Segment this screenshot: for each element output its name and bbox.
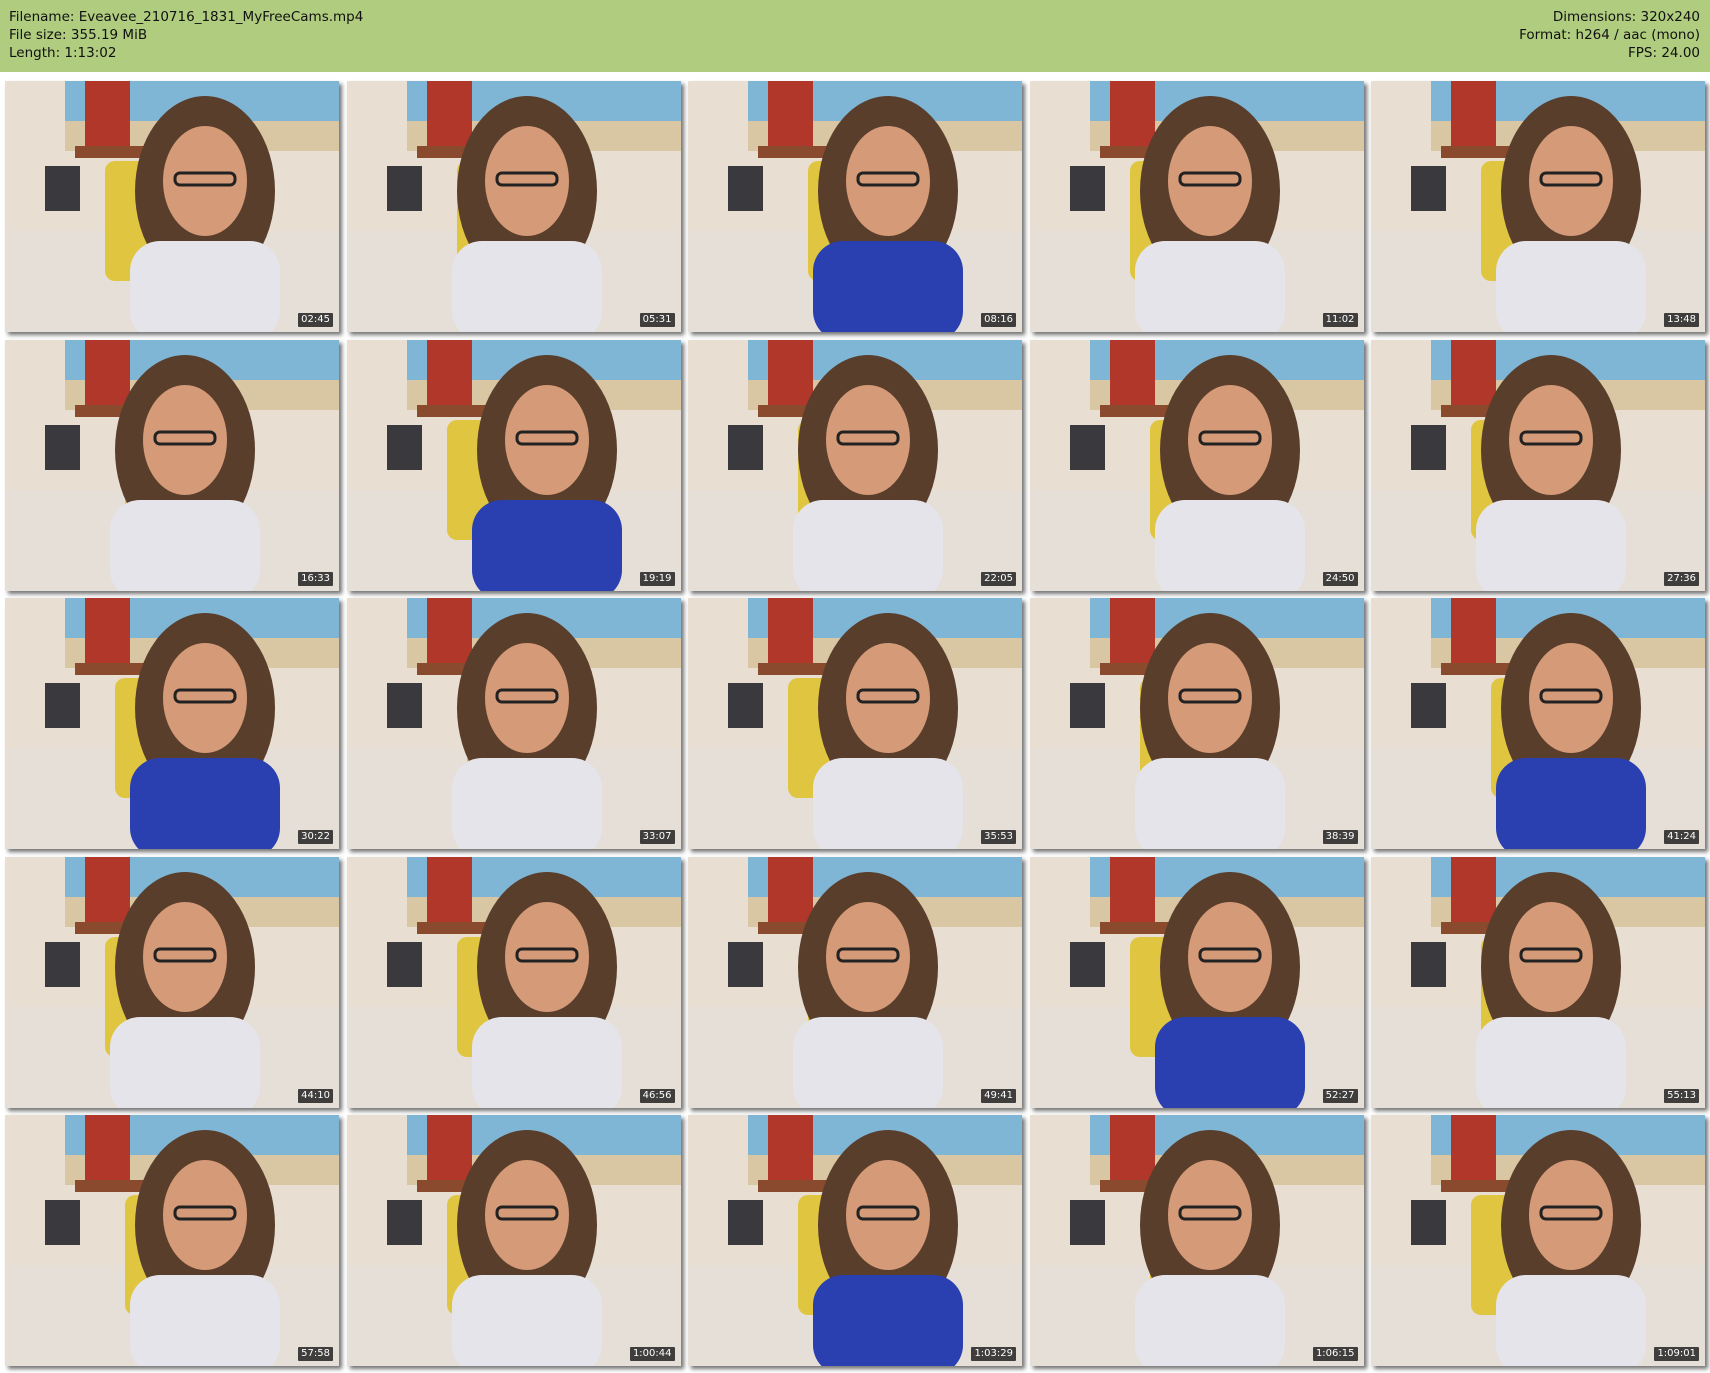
scene-image [1371,81,1705,332]
video-thumbnail[interactable]: 1:06:15 [1029,1115,1364,1366]
video-thumbnail[interactable]: 02:45 [5,81,339,332]
timestamp-label: 02:45 [298,313,333,327]
video-thumbnail[interactable]: 08:16 [688,81,1022,332]
timestamp-label: 55:13 [1664,1088,1699,1103]
timestamp-label: 05:31 [639,313,675,327]
video-thumbnail[interactable]: 16:33 [5,339,339,591]
scene-image [1371,598,1705,849]
scene-image [1371,339,1705,591]
timestamp-label: 38:39 [1322,830,1358,844]
video-thumbnail[interactable]: 55:13 [1371,856,1705,1108]
timestamp-label: 13:48 [1664,313,1699,327]
scene-image [1029,1115,1364,1366]
file-info-left: Filename: Eveavee_210716_1831_MyFreeCams… [9,8,363,62]
fps-text: FPS: 24.00 [1628,45,1700,61]
video-thumbnail[interactable]: 05:31 [346,81,681,332]
timestamp-label: 27:36 [1664,571,1699,586]
timestamp-label: 44:10 [298,1088,333,1103]
timestamp-label: 1:00:44 [629,1347,675,1361]
video-thumbnail[interactable]: 19:19 [346,339,681,591]
video-thumbnail[interactable]: 30:22 [5,598,339,849]
video-thumbnail[interactable]: 38:39 [1029,598,1364,849]
scene-image [5,1115,339,1366]
format-text: Format: h264 / aac (mono) [1519,27,1700,43]
timestamp-label: 57:58 [298,1347,333,1361]
video-thumbnail[interactable]: 33:07 [346,598,681,849]
scene-image [688,598,1022,849]
scene-image [688,81,1022,332]
scene-image [688,856,1022,1108]
video-thumbnail[interactable]: 41:24 [1371,598,1705,849]
video-thumbnail[interactable]: 52:27 [1029,856,1364,1108]
scene-image [346,1115,681,1366]
scene-image [1371,1115,1705,1366]
timestamp-label: 11:02 [1322,313,1358,327]
scene-image [1029,339,1364,591]
timestamp-label: 52:27 [1322,1088,1358,1103]
dimensions-text: Dimensions: 320x240 [1552,9,1700,25]
timestamp-label: 35:53 [981,830,1016,844]
timestamp-label: 49:41 [981,1088,1016,1103]
video-thumbnail[interactable]: 13:48 [1371,81,1705,332]
video-thumbnail[interactable]: 27:36 [1371,339,1705,591]
video-thumbnail[interactable]: 35:53 [688,598,1022,849]
scene-image [346,81,681,332]
scene-image [688,339,1022,591]
timestamp-label: 46:56 [639,1088,675,1103]
scene-image [5,598,339,849]
timestamp-label: 33:07 [639,830,675,844]
scene-image [1029,81,1364,332]
video-thumbnail[interactable]: 11:02 [1029,81,1364,332]
timestamp-label: 30:22 [298,830,333,844]
scene-image [1029,598,1364,849]
scene-image [346,339,681,591]
video-thumbnail[interactable]: 49:41 [688,856,1022,1108]
video-thumbnail[interactable]: 44:10 [5,856,339,1108]
scene-image [5,81,339,332]
video-thumbnail[interactable]: 1:00:44 [346,1115,681,1366]
scene-image [688,1115,1022,1366]
filename-text: Filename: Eveavee_210716_1831_MyFreeCams… [9,9,364,25]
scene-image [5,339,339,591]
scene-image [346,856,681,1108]
video-thumbnail[interactable]: 1:03:29 [688,1115,1022,1366]
timestamp-label: 22:05 [981,571,1016,586]
scene-image [5,856,339,1108]
timestamp-label: 16:33 [298,571,333,586]
scene-image [1029,856,1364,1108]
timestamp-label: 1:06:15 [1312,1347,1358,1361]
video-thumbnail[interactable]: 22:05 [688,339,1022,591]
scene-image [346,598,681,849]
video-thumbnail[interactable]: 57:58 [5,1115,339,1366]
video-thumbnail[interactable]: 1:09:01 [1371,1115,1705,1366]
file-info-right: Dimensions: 320x240 Format: h264 / aac (… [1519,8,1700,62]
video-thumbnail[interactable]: 46:56 [346,856,681,1108]
timestamp-label: 19:19 [639,571,675,586]
info-header: Filename: Eveavee_210716_1831_MyFreeCams… [0,0,1710,72]
timestamp-label: 1:03:29 [971,1347,1016,1361]
filesize-text: File size: 355.19 MiB [9,27,148,43]
scene-image [1371,856,1705,1108]
length-text: Length: 1:13:02 [9,45,117,61]
video-thumbnail[interactable]: 24:50 [1029,339,1364,591]
timestamp-label: 1:09:01 [1654,1347,1699,1361]
timestamp-label: 41:24 [1664,830,1699,844]
timestamp-label: 24:50 [1322,571,1358,586]
timestamp-label: 08:16 [981,313,1016,327]
